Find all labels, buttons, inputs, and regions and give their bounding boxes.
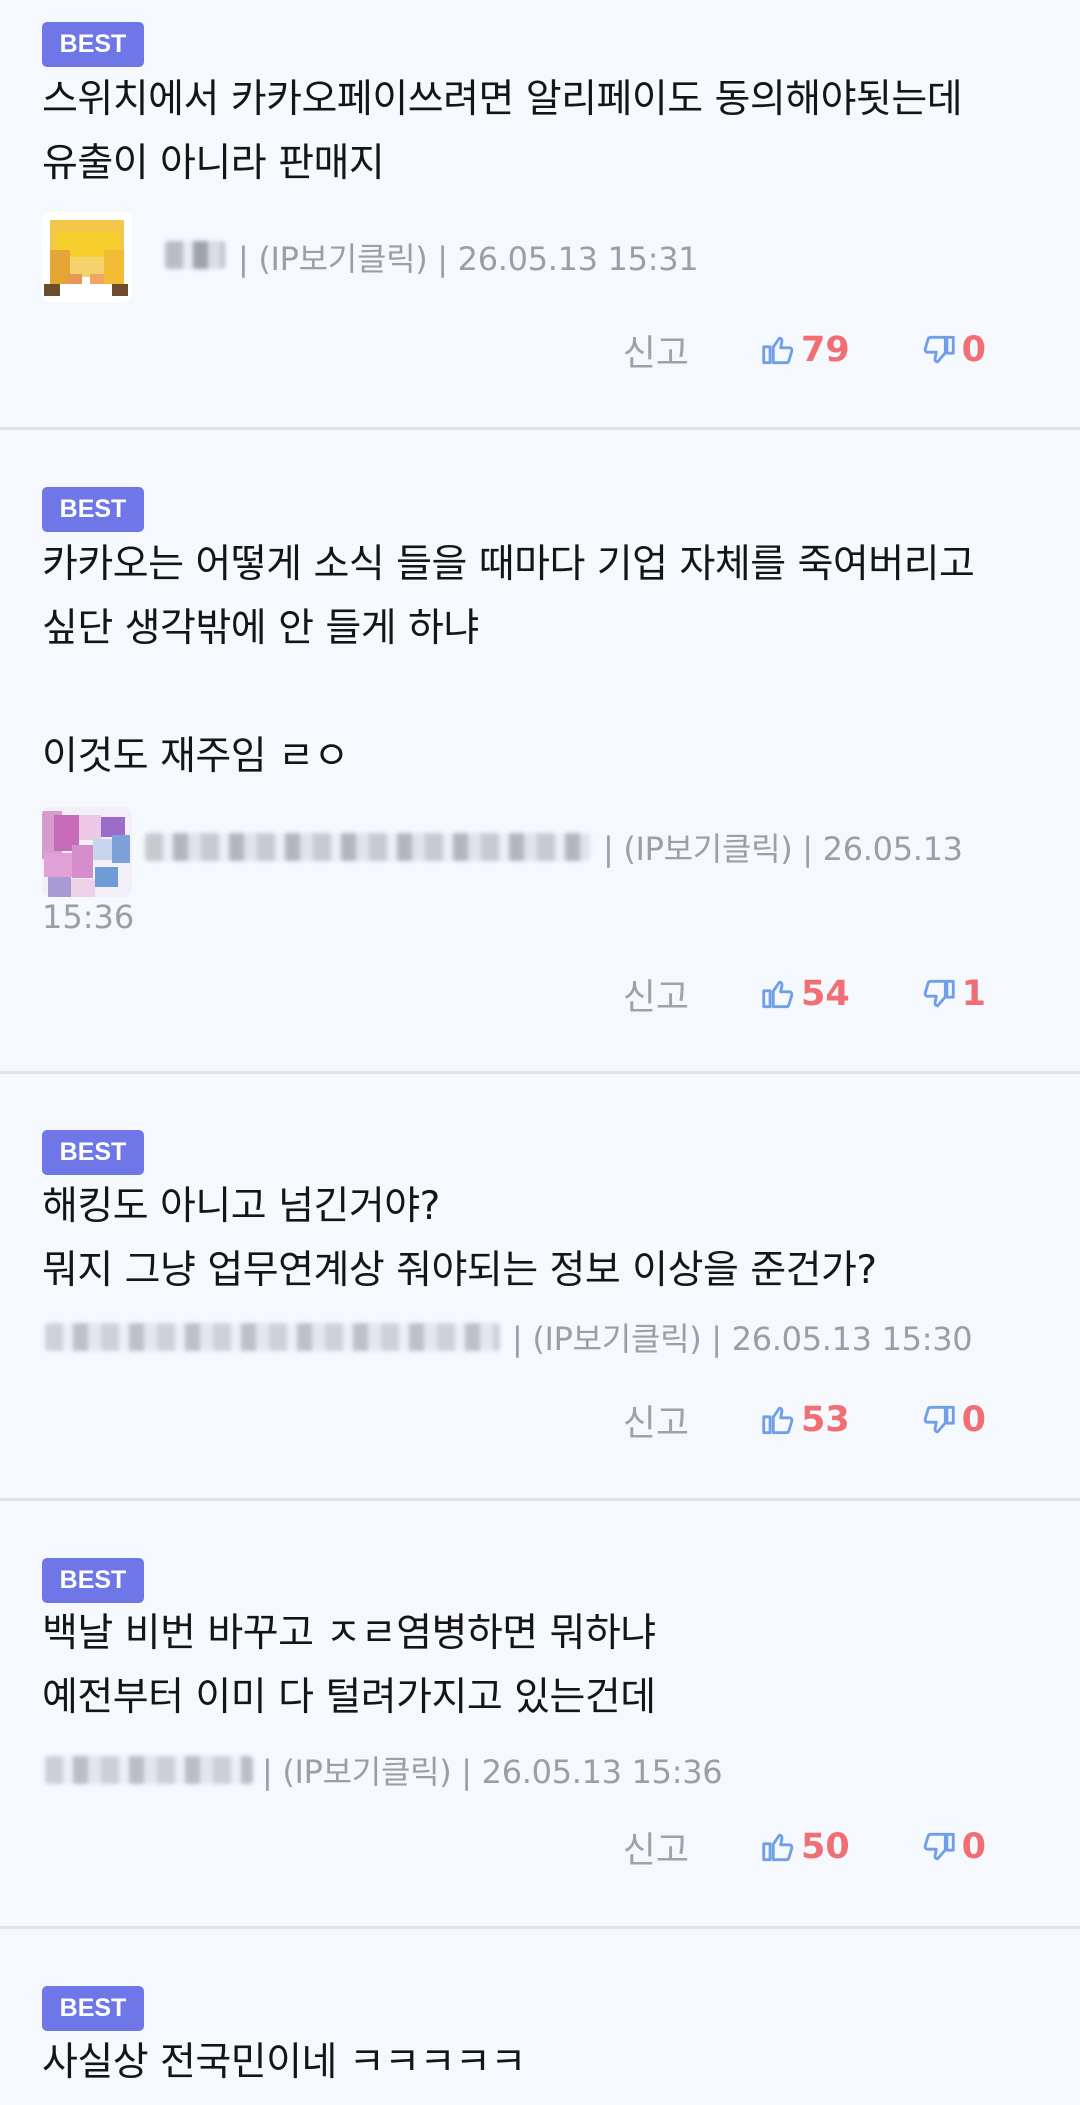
comment-text: 사실상 전국민이네 ㅋㅋㅋㅋㅋ	[42, 2040, 526, 2085]
blurred-username	[145, 833, 590, 861]
thumbs-down-icon	[923, 335, 955, 364]
best-badge: BEST	[42, 22, 144, 67]
thumbs-up-icon	[762, 1833, 794, 1862]
dislike-button[interactable]: 0	[914, 1827, 986, 1867]
dislike-count: 0	[961, 1400, 986, 1440]
like-count: 53	[801, 1400, 850, 1440]
best-badge: BEST	[42, 1986, 144, 2031]
comment-meta: | (IP보기클릭) | 26.05.13	[603, 830, 963, 868]
dislike-count: 0	[961, 330, 986, 370]
comment-actions: 신고 50 0	[589, 1817, 986, 1877]
comment-actions: 신고 54 1	[589, 964, 986, 1024]
comment-actions: 신고 79 0	[589, 320, 986, 380]
thumbs-up-icon	[762, 1406, 794, 1435]
report-button[interactable]: 신고	[589, 1394, 689, 1446]
thumbs-up-icon	[762, 980, 794, 1009]
blurred-username	[165, 241, 225, 269]
comment-item: BEST 사실상 전국민이네 ㅋㅋㅋㅋㅋ	[0, 1929, 1080, 2105]
like-button[interactable]: 54	[759, 974, 914, 1014]
avatar-image	[42, 807, 132, 897]
like-button[interactable]: 50	[759, 1827, 914, 1867]
dislike-button[interactable]: 0	[914, 330, 986, 370]
comment-text: 백날 비번 바꾸고 ㅈㄹ염병하면 뭐하냐 예전부터 이미 다 털려가지고 있는건…	[42, 1611, 656, 1720]
comment-item: BEST 스위치에서 카카오페이쓰려면 알리페이도 동의해야됫는데 유출이 아니…	[0, 0, 1080, 430]
thumbs-down-icon	[923, 1405, 955, 1434]
avatar-image	[42, 212, 132, 302]
user-avatar[interactable]	[42, 212, 132, 302]
comment-time-continued: 15:36	[42, 898, 135, 936]
user-avatar[interactable]	[42, 807, 132, 897]
comment-text: 해킹도 아니고 넘긴거야? 뭐지 그냥 업무연계상 줘야되는 정보 이상을 준건…	[42, 1184, 877, 1293]
comment-item: BEST 카카오는 어떻게 소식 들을 때마다 기업 자체를 죽여버리고 싶단 …	[0, 430, 1080, 1074]
best-badge: BEST	[42, 1130, 144, 1175]
comment-item: BEST 백날 비번 바꾸고 ㅈㄹ염병하면 뭐하냐 예전부터 이미 다 털려가지…	[0, 1501, 1080, 1929]
comment-meta: | (IP보기클릭) | 26.05.13 15:31	[238, 240, 699, 278]
dislike-count: 1	[961, 974, 986, 1014]
blurred-username	[45, 1756, 253, 1784]
thumbs-down-icon	[923, 1832, 955, 1861]
report-button[interactable]: 신고	[589, 1821, 689, 1873]
dislike-button[interactable]: 1	[914, 974, 986, 1014]
like-count: 79	[801, 330, 850, 370]
like-count: 50	[801, 1827, 850, 1867]
thumbs-down-icon	[923, 979, 955, 1008]
dislike-count: 0	[961, 1827, 986, 1867]
dislike-button[interactable]: 0	[914, 1400, 986, 1440]
comment-item: BEST 해킹도 아니고 넘긴거야? 뭐지 그냥 업무연계상 줘야되는 정보 이…	[0, 1074, 1080, 1501]
best-badge: BEST	[42, 1558, 144, 1603]
comment-text: 카카오는 어떻게 소식 들을 때마다 기업 자체를 죽여버리고 싶단 생각밖에 …	[42, 542, 975, 779]
blurred-username	[45, 1323, 500, 1351]
best-badge: BEST	[42, 487, 144, 532]
like-button[interactable]: 79	[759, 330, 914, 370]
like-button[interactable]: 53	[759, 1400, 914, 1440]
comment-meta: | (IP보기클릭) | 26.05.13 15:36	[262, 1753, 723, 1791]
like-count: 54	[801, 974, 850, 1014]
comment-meta: | (IP보기클릭) | 26.05.13 15:30	[512, 1320, 973, 1358]
report-button[interactable]: 신고	[589, 968, 689, 1020]
thumbs-up-icon	[762, 336, 794, 365]
comment-actions: 신고 53 0	[589, 1390, 986, 1450]
comment-text: 스위치에서 카카오페이쓰려면 알리페이도 동의해야됫는데 유출이 아니라 판매지	[42, 77, 963, 186]
report-button[interactable]: 신고	[589, 324, 689, 376]
